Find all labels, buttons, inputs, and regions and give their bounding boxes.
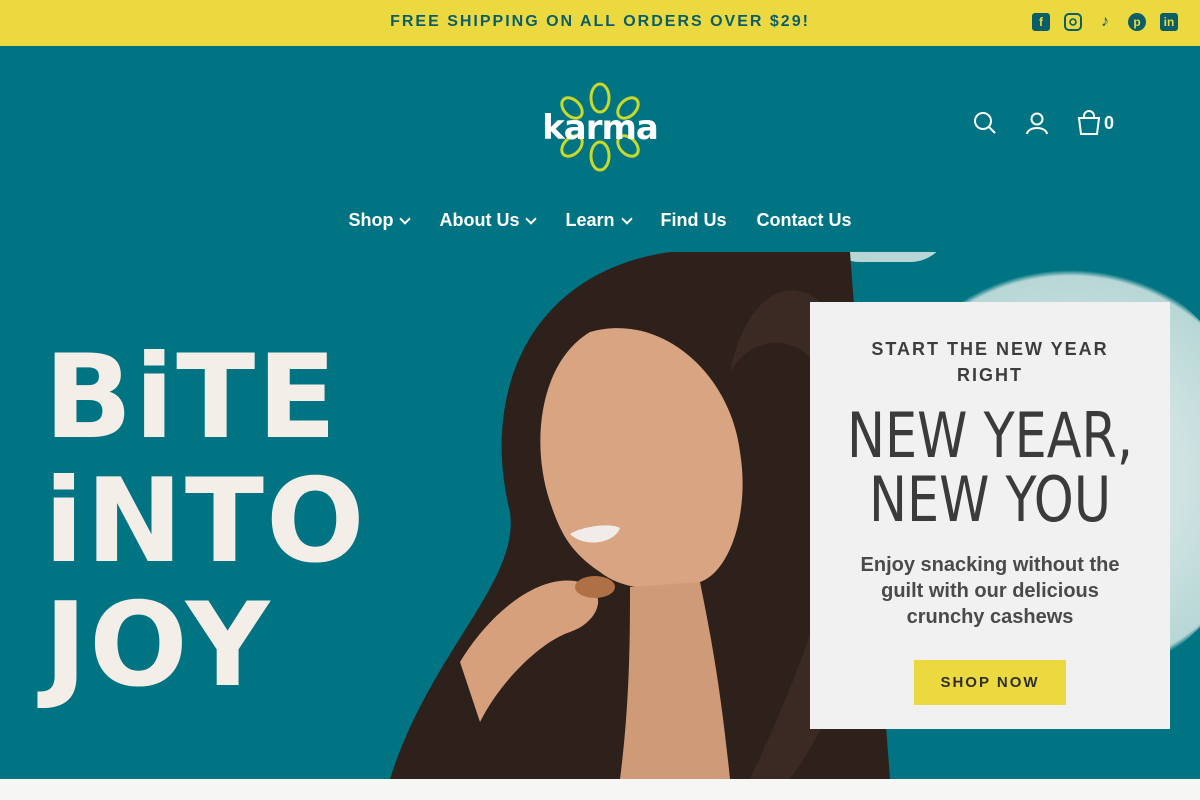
hero-headline-line: JOY xyxy=(44,578,272,713)
logo[interactable]: karma xyxy=(540,82,660,172)
nav-item-label: Shop xyxy=(348,210,394,230)
nav-item-label: Learn xyxy=(565,210,615,230)
nav-item-about-us[interactable]: About Us xyxy=(439,210,538,231)
logo-text: karma xyxy=(542,108,659,148)
promo-title: NEW YEAR, NEW YOU xyxy=(842,404,1137,532)
nav-item-find-us[interactable]: Find Us xyxy=(661,210,727,231)
cart-button[interactable]: 0 xyxy=(1077,110,1114,136)
hero-headline-line: BiTE xyxy=(44,330,339,465)
promo-title-line: NEW YOU xyxy=(868,463,1112,536)
facebook-icon[interactable]: f xyxy=(1032,13,1050,31)
nav-item-label: Contact Us xyxy=(756,210,852,230)
promo-body: Enjoy snacking without the guilt with ou… xyxy=(860,554,1120,628)
linkedin-icon[interactable]: in xyxy=(1160,13,1178,31)
chevron-down-icon xyxy=(399,212,412,225)
search-icon[interactable] xyxy=(973,111,997,135)
nav-item-label: About Us xyxy=(439,210,520,230)
cart-count: 0 xyxy=(1103,112,1114,133)
header-actions: 0 xyxy=(973,110,1114,136)
main-nav: Shop About Us Learn Find Us Contact Us xyxy=(0,210,1200,231)
announcement-text: FREE SHIPPING ON ALL ORDERS OVER $29! xyxy=(390,13,810,30)
tiktok-icon[interactable]: ♪ xyxy=(1096,13,1114,31)
chevron-down-icon xyxy=(620,212,633,225)
nav-item-learn[interactable]: Learn xyxy=(565,210,633,231)
account-icon[interactable] xyxy=(1025,111,1049,135)
hero-banner[interactable]: BiTE iNTO JOY START THE NEW YEAR RIGHT N… xyxy=(0,252,1200,779)
nav-item-label: Find Us xyxy=(660,210,727,230)
cart-icon xyxy=(1077,110,1101,135)
social-links: f ♪ p in xyxy=(1032,13,1178,31)
promo-kicker: START THE NEW YEAR RIGHT xyxy=(871,339,1109,385)
announcement-bar: FREE SHIPPING ON ALL ORDERS OVER $29! f … xyxy=(0,0,1200,46)
page-content-below xyxy=(0,779,1200,800)
hero-headline: BiTE iNTO JOY xyxy=(44,330,367,713)
nav-item-contact-us[interactable]: Contact Us xyxy=(757,210,852,231)
site-header: karma 0 Shop About Us Learn Find Us Cont… xyxy=(0,46,1200,252)
nav-item-shop[interactable]: Shop xyxy=(348,210,412,231)
instagram-icon[interactable] xyxy=(1064,13,1082,31)
shop-now-button[interactable]: SHOP NOW xyxy=(914,660,1066,705)
hero-headline-line: iNTO xyxy=(44,454,367,589)
pinterest-icon[interactable]: p xyxy=(1128,13,1146,31)
promo-card: START THE NEW YEAR RIGHT NEW YEAR, NEW Y… xyxy=(810,302,1170,729)
chevron-down-icon xyxy=(525,212,538,225)
promo-title-line: NEW YEAR, xyxy=(846,399,1134,472)
